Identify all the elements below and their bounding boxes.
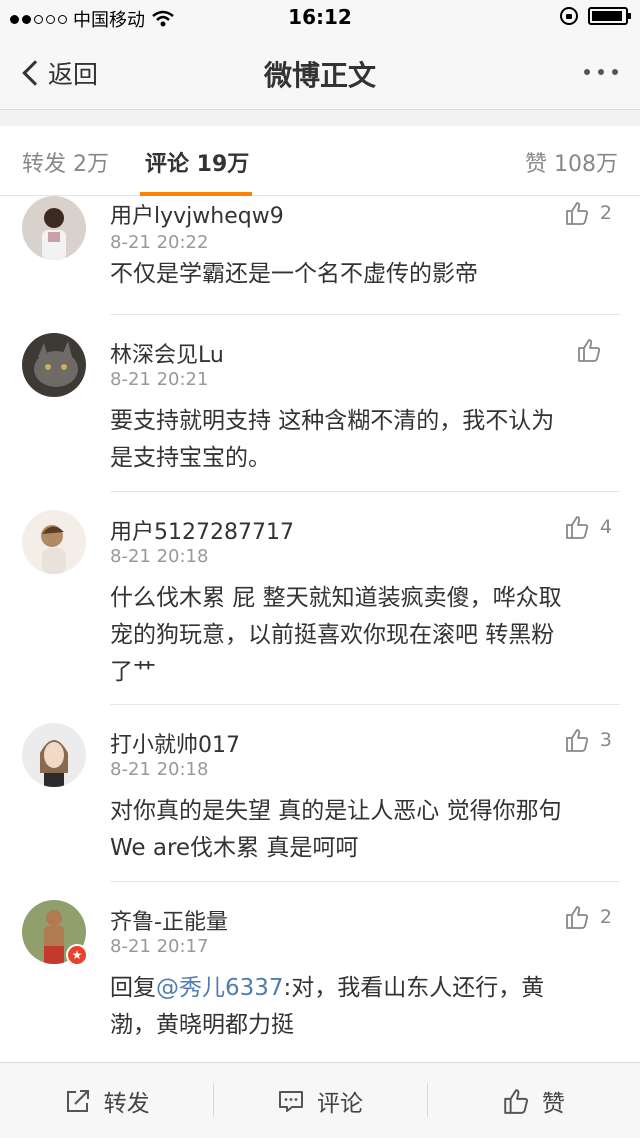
comment-time: 8-21 20:21 [110,369,209,390]
share-icon [66,1089,89,1112]
comment-bubble-icon [278,1090,303,1112]
like-button[interactable]: 4 [564,514,612,540]
back-button[interactable]: 返回 [18,55,98,91]
more-dot-icon [584,69,590,75]
like-count: 2 [599,906,612,928]
repost-label: 转发 [103,1090,150,1117]
comment-text: 不仅是学霸还是一个名不虚传的影帝 [110,261,478,287]
avatar[interactable] [22,510,86,574]
avatar[interactable] [22,723,86,787]
mention-link[interactable]: @秀儿6337 [156,975,284,1001]
comment-text-line: 了艹 [110,659,156,685]
like-button[interactable]: 2 [564,200,612,226]
comment-text-line: 对你真的是失望 真的是让人恶心 觉得你那句 [110,798,562,824]
comment-divider [110,881,620,882]
comment-username[interactable]: 打小就帅017 [110,727,240,759]
status-right [560,7,631,25]
thumbs-up-icon [566,516,589,539]
avatar[interactable]: ★ [22,900,88,966]
section-divider [0,110,640,126]
tab-bar: 转发 2万 评论 19万 赞 108万 [0,126,640,196]
thumbs-up-icon [504,1088,528,1114]
navigation-bar: 返回 微博正文 [0,36,640,110]
tab-comment[interactable]: 评论 19万 [145,146,249,178]
more-dot-icon [612,69,618,75]
comment-text-line: 什么伐木累 屁 整天就知道装疯卖傻，哗众取 [110,585,562,611]
comment-divider [110,491,620,492]
comment-text: 要支持就明支持 这种含糊不清的，我不认为 是支持宝宝的。 [110,403,615,477]
thumbs-up-icon [566,202,589,225]
avatar[interactable] [22,333,86,397]
like-label: 赞 [541,1090,565,1117]
back-label: 返回 [48,60,99,89]
thumbs-up-icon [566,729,589,752]
comment-text-line: 是支持宝宝的。 [110,445,271,471]
more-dot-icon [598,69,604,75]
chevron-left-icon [22,60,48,86]
like-count: 4 [599,516,612,538]
comment-list[interactable]: 用户lyvjwheqw9 8-21 20:22 不仅是学霸还是一个名不虚传的影帝… [0,196,640,1062]
thumbs-up-icon [578,339,601,362]
like-button[interactable]: 3 [564,727,612,753]
comment-time: 8-21 20:18 [110,759,209,780]
like-count: 3 [599,729,612,751]
status-bar: 中国移动 16:12 [0,0,640,36]
like-post-button[interactable]: 赞 [426,1063,640,1138]
comment-text-line: 渤，黄晓明都力挺 [110,1012,294,1038]
bottom-toolbar: 转发 评论 赞 [0,1062,640,1138]
status-time: 16:12 [288,5,352,29]
tab-like[interactable]: 赞 108万 [525,146,618,178]
comment-button[interactable]: 评论 [213,1063,426,1138]
battery-icon [588,7,631,25]
comment-label: 评论 [316,1090,363,1117]
comment-username[interactable]: 用户5127287717 [110,514,294,546]
repost-button[interactable]: 转发 [0,1063,213,1138]
rotation-lock-icon [560,7,578,25]
comment-time: 8-21 20:17 [110,936,209,957]
comment-divider [110,704,620,705]
comment-text-line: 宠的狗玩意，以前挺喜欢你现在滚吧 转黑粉 [110,622,555,648]
comment-username[interactable]: 齐鲁-正能量 [110,904,228,936]
comment-time: 8-21 20:18 [110,546,209,567]
comment-text-line: 要支持就明支持 这种含糊不清的，我不认为 [110,408,555,434]
like-button[interactable] [576,337,612,363]
verified-badge-icon: ★ [66,944,88,966]
more-options-button[interactable] [584,69,618,75]
like-count: 2 [599,202,612,224]
like-button[interactable]: 2 [564,904,612,930]
comment-text: 什么伐木累 屁 整天就知道装疯卖傻，哗众取 宠的狗玩意，以前挺喜欢你现在滚吧 转… [110,580,615,691]
comment-text: 回复@秀儿6337:对，我看山东人还行，黄 渤，黄晓明都力挺 [110,970,615,1044]
tab-repost[interactable]: 转发 2万 [22,146,109,178]
thumbs-up-icon [566,906,589,929]
comment-divider [110,314,620,315]
comment-time: 8-21 20:22 [110,232,209,253]
comment-text-line: We are伐木累 真是呵呵 [110,835,359,861]
comment-text-rest: :对，我看山东人还行，黄 [283,975,545,1001]
comment-text: 对你真的是失望 真的是让人恶心 觉得你那句 We are伐木累 真是呵呵 [110,793,615,867]
avatar[interactable] [22,196,86,260]
comment-username[interactable]: 林深会见Lu [110,337,224,369]
comment-username[interactable]: 用户lyvjwheqw9 [110,198,284,230]
comment-text-line: 回复@秀儿6337:对，我看山东人还行，黄 [110,970,615,1007]
reply-prefix: 回复 [110,975,156,1001]
